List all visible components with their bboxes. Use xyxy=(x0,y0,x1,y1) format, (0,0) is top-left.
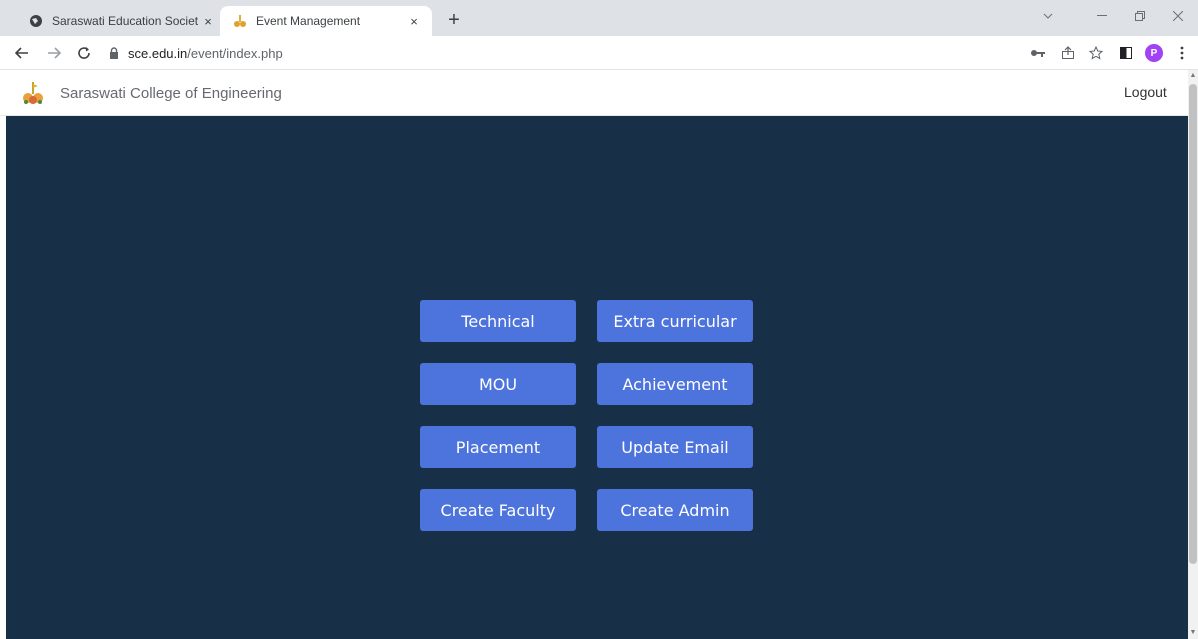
college-logo-icon xyxy=(20,80,46,106)
bookmark-star-icon[interactable] xyxy=(1084,41,1108,65)
placement-button[interactable]: Placement xyxy=(420,426,576,468)
lock-icon xyxy=(106,45,122,61)
scroll-up-arrow-icon[interactable]: ▲ xyxy=(1189,72,1197,80)
create-admin-button[interactable]: Create Admin xyxy=(597,489,753,531)
browser-toolbar: sce.edu.in/event/index.php P xyxy=(0,36,1198,70)
address-bar[interactable]: sce.edu.in/event/index.php xyxy=(106,41,1186,65)
create-faculty-button[interactable]: Create Faculty xyxy=(420,489,576,531)
college-logo-icon xyxy=(232,13,248,29)
profile-avatar[interactable]: P xyxy=(1145,44,1163,62)
back-arrow-icon[interactable] xyxy=(10,41,34,65)
tab-event-management[interactable]: Event Management × xyxy=(220,6,432,36)
url-text: sce.edu.in/event/index.php xyxy=(128,46,283,61)
achievement-button[interactable]: Achievement xyxy=(597,363,753,405)
dashboard-panel: Technical Extra curricular MOU Achieveme… xyxy=(6,116,1188,639)
close-tab-icon[interactable]: × xyxy=(198,11,218,31)
close-window-icon[interactable] xyxy=(1160,4,1196,28)
share-icon[interactable] xyxy=(1056,41,1080,65)
browser-tab-strip: Saraswati Education Society × Event Mana… xyxy=(0,0,1198,36)
mou-button[interactable]: MOU xyxy=(420,363,576,405)
reload-icon[interactable] xyxy=(72,41,96,65)
tab-search-chevron-icon[interactable] xyxy=(1030,4,1066,28)
site-navbar: Saraswati College of Engineering Logout xyxy=(0,70,1188,116)
scrollbar-thumb[interactable] xyxy=(1189,84,1197,564)
restore-window-icon[interactable] xyxy=(1122,4,1158,28)
new-tab-button[interactable]: + xyxy=(442,8,466,32)
close-tab-icon[interactable]: × xyxy=(404,11,424,31)
minimize-window-icon[interactable] xyxy=(1084,4,1120,28)
update-email-button[interactable]: Update Email xyxy=(597,426,753,468)
web-page: Saraswati College of Engineering Logout … xyxy=(0,70,1188,639)
more-menu-icon[interactable] xyxy=(1170,41,1194,65)
forward-arrow-icon[interactable] xyxy=(42,41,66,65)
url-host: sce.edu.in xyxy=(128,45,188,61)
scroll-down-arrow-icon[interactable]: ▼ xyxy=(1189,629,1197,637)
extra-curricular-button[interactable]: Extra curricular xyxy=(597,300,753,342)
brand-name: Saraswati College of Engineering xyxy=(60,84,282,102)
technical-button[interactable]: Technical xyxy=(420,300,576,342)
site-brand[interactable]: Saraswati College of Engineering xyxy=(20,80,282,106)
url-path: /event/index.php xyxy=(187,45,283,61)
tab-title: Saraswati Education Society xyxy=(52,14,198,28)
key-icon[interactable] xyxy=(1026,41,1050,65)
side-panel-icon[interactable] xyxy=(1114,41,1138,65)
tab-title: Event Management xyxy=(256,14,361,28)
globe-icon xyxy=(28,13,44,29)
logout-link[interactable]: Logout xyxy=(1124,84,1167,100)
tab-saraswati-education-society[interactable]: Saraswati Education Society × xyxy=(16,6,226,36)
